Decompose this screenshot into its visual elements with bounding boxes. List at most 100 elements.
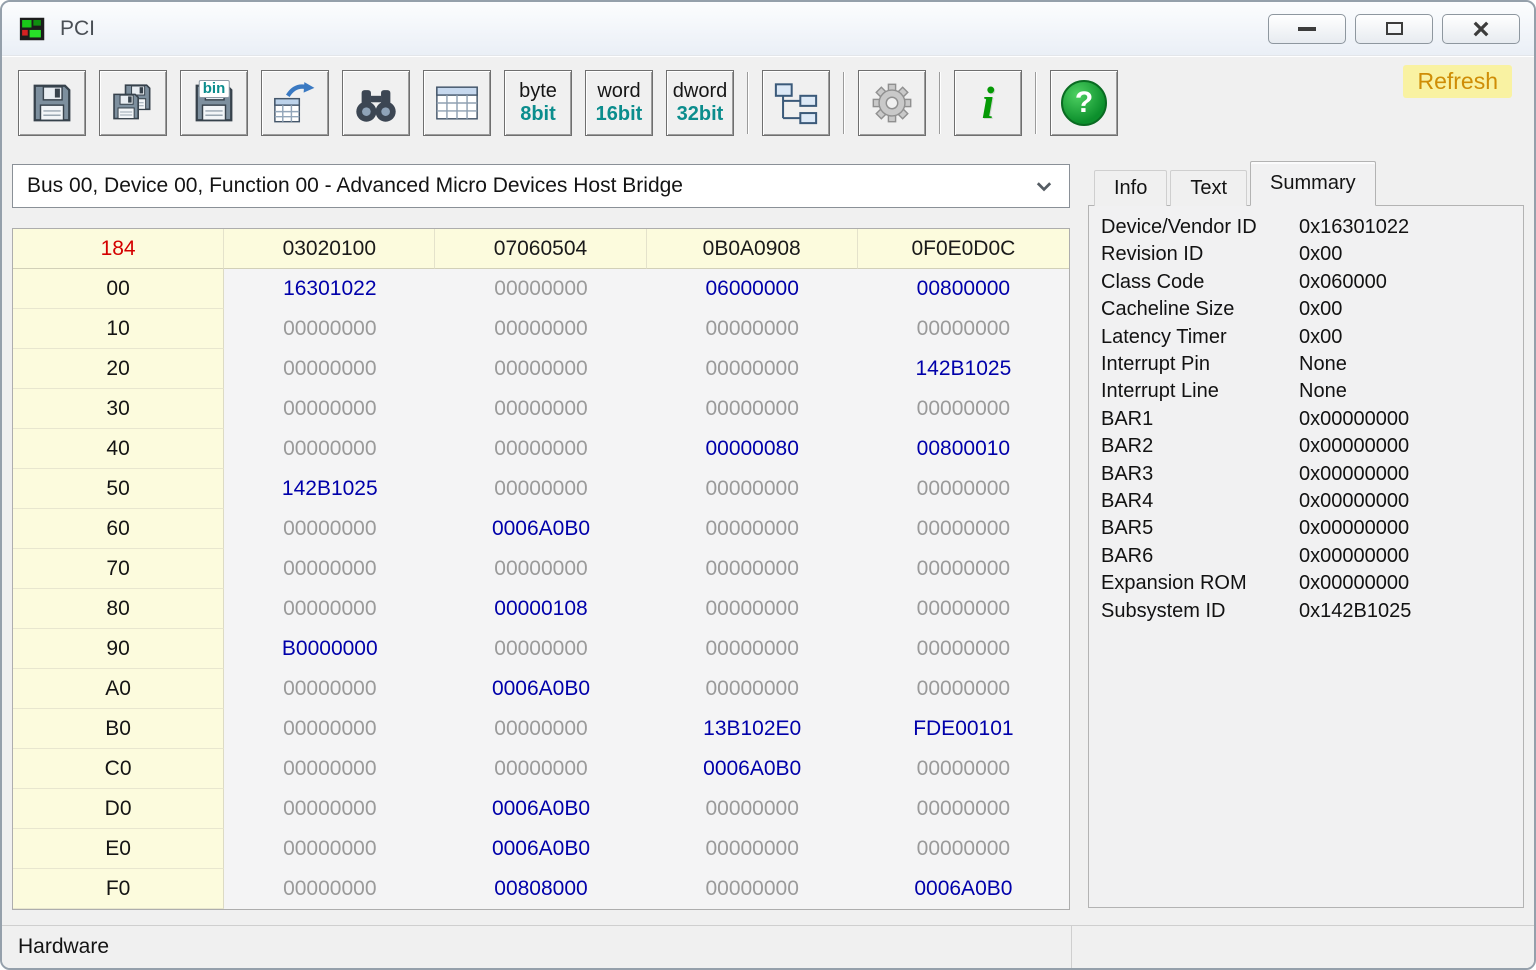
hex-value-cell[interactable]: 00000000 (858, 549, 1069, 589)
hex-value-cell[interactable]: 00000000 (858, 629, 1069, 669)
tree-view-button[interactable] (762, 70, 830, 136)
hex-value-cell[interactable]: 0006A0B0 (858, 869, 1069, 909)
find-icon (353, 80, 399, 126)
save-button[interactable] (18, 70, 86, 136)
tab-bar: InfoTextSummary (1088, 148, 1524, 206)
settings-button[interactable] (858, 70, 926, 136)
hex-value-cell[interactable]: 142B1025 (858, 349, 1069, 389)
minimize-button[interactable] (1268, 14, 1346, 44)
export-button[interactable] (261, 70, 329, 136)
hex-value-cell[interactable]: 00000000 (858, 589, 1069, 629)
info-button[interactable]: i (954, 70, 1022, 136)
hex-value-cell[interactable]: 00000000 (224, 509, 435, 549)
hex-value-cell[interactable]: 00000000 (224, 309, 435, 349)
hex-value-cell[interactable]: 00000000 (647, 869, 858, 909)
maximize-button[interactable] (1355, 14, 1433, 44)
hex-value-cell[interactable]: B0000000 (224, 629, 435, 669)
dword-view-button[interactable]: dword 32bit (666, 70, 734, 136)
word-view-button[interactable]: word 16bit (585, 70, 653, 136)
refresh-button[interactable]: Refresh (1403, 65, 1512, 98)
hex-value-cell[interactable]: 0006A0B0 (435, 789, 646, 829)
hex-value-cell[interactable]: 00000000 (858, 829, 1069, 869)
hex-value-cell[interactable]: 00000000 (858, 669, 1069, 709)
row-offset-label: A0 (13, 669, 224, 709)
minimize-icon (1298, 27, 1316, 31)
close-button[interactable] (1442, 14, 1520, 44)
hex-value-cell[interactable]: 00000000 (647, 349, 858, 389)
hex-value-cell[interactable]: FDE00101 (858, 709, 1069, 749)
hex-value-cell[interactable]: 00000000 (435, 429, 646, 469)
hex-value-cell[interactable]: 00000000 (858, 309, 1069, 349)
column-header: 03020100 (224, 229, 435, 269)
hex-value-cell[interactable]: 00000000 (224, 789, 435, 829)
help-button[interactable]: ? (1050, 70, 1118, 136)
hex-value-cell[interactable]: 00000000 (224, 669, 435, 709)
hex-value-cell[interactable]: 00000000 (647, 389, 858, 429)
hex-value-cell[interactable]: 00000000 (647, 589, 858, 629)
hex-value-cell[interactable]: 00000000 (647, 309, 858, 349)
hex-value-cell[interactable]: 00000000 (435, 309, 646, 349)
hex-value-cell[interactable]: 00800000 (858, 269, 1069, 309)
save-binary-button[interactable]: bin (180, 70, 248, 136)
table-view-button[interactable] (423, 70, 491, 136)
hex-value-cell[interactable]: 00000000 (647, 829, 858, 869)
tab-summary[interactable]: Summary (1250, 161, 1376, 206)
hex-value-cell[interactable]: 16301022 (224, 269, 435, 309)
hex-value-cell[interactable]: 00000000 (224, 429, 435, 469)
hex-value-cell[interactable]: 00000000 (647, 669, 858, 709)
hex-value-cell[interactable]: 00000000 (224, 389, 435, 429)
hex-value-cell[interactable]: 00000000 (858, 469, 1069, 509)
hex-value-cell[interactable]: 00808000 (435, 869, 646, 909)
hex-value-cell[interactable]: 00000000 (224, 869, 435, 909)
hex-value-cell[interactable]: 00000000 (224, 549, 435, 589)
hex-value-cell[interactable]: 00000000 (224, 829, 435, 869)
hex-value-cell[interactable]: 00000000 (647, 509, 858, 549)
hex-value-cell[interactable]: 00000000 (858, 509, 1069, 549)
hex-value-cell[interactable]: 00000000 (435, 709, 646, 749)
hex-value-cell[interactable]: 00000000 (858, 389, 1069, 429)
hex-value-cell[interactable]: 0006A0B0 (647, 749, 858, 789)
hex-value-cell[interactable]: 00000000 (858, 789, 1069, 829)
toolbar-separator (939, 72, 941, 134)
row-offset-label: 80 (13, 589, 224, 629)
hex-value-cell[interactable]: 0006A0B0 (435, 829, 646, 869)
summary-row: Subsystem ID0x142B1025 (1101, 598, 1517, 625)
hex-value-cell[interactable]: 00000000 (224, 709, 435, 749)
hex-value-cell[interactable]: 00000080 (647, 429, 858, 469)
left-column: Bus 00, Device 00, Function 00 - Advance… (12, 148, 1070, 925)
device-selector-value: Bus 00, Device 00, Function 00 - Advance… (27, 174, 1033, 198)
hex-value-cell[interactable]: 00000000 (435, 749, 646, 789)
summary-row: BAR20x00000000 (1101, 433, 1517, 460)
hex-value-cell[interactable]: 00000000 (647, 549, 858, 589)
hex-value-cell[interactable]: 00000000 (224, 589, 435, 629)
hex-value-cell[interactable]: 06000000 (647, 269, 858, 309)
hex-value-cell[interactable]: 00000000 (224, 749, 435, 789)
hex-value-cell[interactable]: 00000000 (435, 629, 646, 669)
hex-value-cell[interactable]: 00000000 (435, 469, 646, 509)
hex-value-cell[interactable]: 00000108 (435, 589, 646, 629)
hex-value-cell[interactable]: 00000000 (435, 349, 646, 389)
byte-view-button[interactable]: byte 8bit (504, 70, 572, 136)
tab-text[interactable]: Text (1170, 170, 1247, 206)
hex-value-cell[interactable]: 00800010 (858, 429, 1069, 469)
hex-value-cell[interactable]: 00000000 (435, 549, 646, 589)
hex-value-cell[interactable]: 142B1025 (224, 469, 435, 509)
hex-value-cell[interactable]: 0006A0B0 (435, 669, 646, 709)
tab-info[interactable]: Info (1094, 170, 1167, 206)
byte-view-label: byte (519, 80, 557, 102)
save-all-button[interactable] (99, 70, 167, 136)
hex-value-cell[interactable]: 00000000 (435, 389, 646, 429)
find-button[interactable] (342, 70, 410, 136)
device-selector[interactable]: Bus 00, Device 00, Function 00 - Advance… (12, 164, 1070, 208)
hex-value-cell[interactable]: 00000000 (647, 629, 858, 669)
hex-value-cell[interactable]: 00000000 (647, 789, 858, 829)
app-icon (18, 14, 48, 44)
hex-value-cell[interactable]: 00000000 (858, 749, 1069, 789)
hex-value-cell[interactable]: 13B102E0 (647, 709, 858, 749)
summary-row: Latency Timer0x00 (1101, 324, 1517, 351)
hex-value-cell[interactable]: 00000000 (435, 269, 646, 309)
row-offset-label: 20 (13, 349, 224, 389)
hex-value-cell[interactable]: 00000000 (647, 469, 858, 509)
hex-value-cell[interactable]: 0006A0B0 (435, 509, 646, 549)
hex-value-cell[interactable]: 00000000 (224, 349, 435, 389)
